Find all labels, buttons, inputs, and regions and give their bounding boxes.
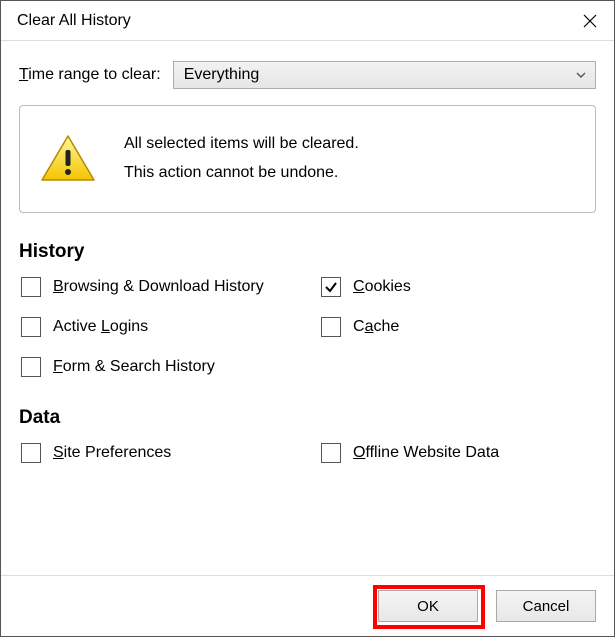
warning-text: All selected items will be cleared. This… <box>124 130 359 188</box>
checkbox-label: Active Logins <box>53 318 148 336</box>
checkbox-site-preferences[interactable]: Site Preferences <box>21 443 321 463</box>
checkbox-label: Site Preferences <box>53 444 171 462</box>
checkbox-form-search-history[interactable]: Form & Search History <box>21 357 321 377</box>
timerange-selected: Everything <box>184 66 260 84</box>
title-bar: Clear All History <box>1 1 614 41</box>
close-icon <box>583 14 597 28</box>
timerange-label: Time range to clear: <box>19 66 161 84</box>
checkbox-label: Offline Website Data <box>353 444 499 462</box>
cancel-button[interactable]: Cancel <box>496 590 596 622</box>
section-history-title: History <box>19 241 596 263</box>
checkbox-cache[interactable]: Cache <box>321 317 596 337</box>
chevron-down-icon <box>575 69 587 81</box>
window-title: Clear All History <box>17 12 131 30</box>
checkbox-label: Cookies <box>353 278 411 296</box>
check-icon <box>324 280 338 294</box>
warning-icon <box>40 134 96 184</box>
warning-panel: All selected items will be cleared. This… <box>19 105 596 213</box>
checkbox-browsing-history[interactable]: Browsing & Download History <box>21 277 321 297</box>
checkbox-label: Form & Search History <box>53 358 215 376</box>
checkbox-cookies[interactable]: Cookies <box>321 277 596 297</box>
checkbox-offline-website-data[interactable]: Offline Website Data <box>321 443 596 463</box>
checkbox-label: Cache <box>353 318 399 336</box>
section-data-title: Data <box>19 407 596 429</box>
dialog-footer: OK Cancel <box>1 575 614 636</box>
close-button[interactable] <box>566 1 614 41</box>
ok-button[interactable]: OK <box>378 590 478 622</box>
timerange-select[interactable]: Everything <box>173 61 596 89</box>
checkbox-label: Browsing & Download History <box>53 278 264 296</box>
checkbox-active-logins[interactable]: Active Logins <box>21 317 321 337</box>
